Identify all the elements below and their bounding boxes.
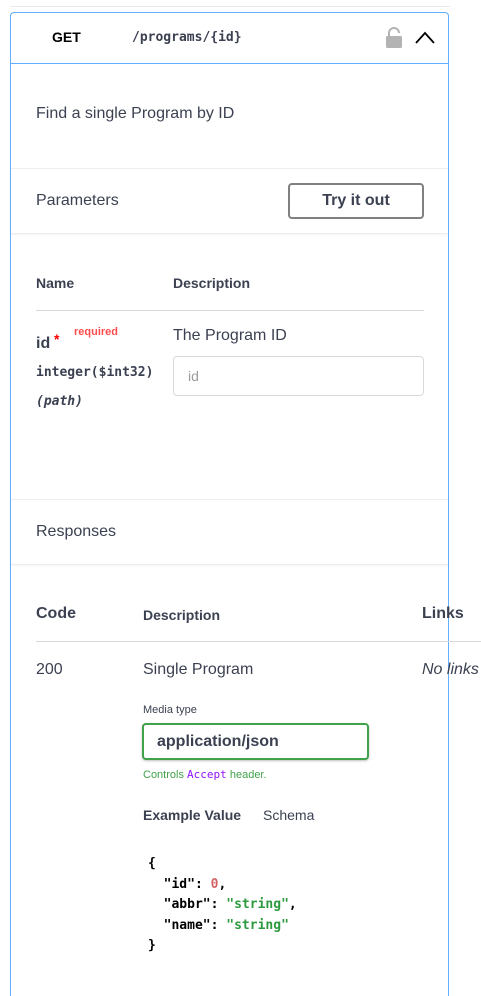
endpoint-path: /programs/{id} [132, 30, 242, 45]
responses-header: Responses [11, 499, 448, 565]
tab-schema[interactable]: Schema [263, 807, 314, 823]
media-type-select[interactable]: application/json [142, 723, 369, 760]
required-star: * [54, 331, 60, 347]
column-name: Name [36, 275, 75, 291]
operation-description: Find a single Program by ID [36, 105, 235, 122]
json-trail: , [288, 897, 297, 912]
controls-prefix: Controls [143, 769, 184, 781]
lock-icon[interactable] [385, 27, 403, 49]
json-value: "string" [226, 917, 289, 933]
parameter-location: (path) [36, 394, 83, 409]
column-description: Description [143, 607, 221, 623]
code-brace-open: { [148, 856, 156, 871]
json-trail: , [218, 876, 227, 892]
response-code: 200 [36, 661, 63, 678]
json-value: "string" [226, 897, 289, 912]
json-key: "abbr" [163, 897, 211, 912]
required-label: required [74, 326, 119, 338]
responses-title: Responses [36, 523, 117, 540]
table-divider [36, 310, 424, 311]
column-code: Code [36, 605, 76, 622]
example-value-code: { "id": 0, "abbr": "string", "name": "st… [148, 856, 297, 953]
tab-example-value[interactable]: Example Value [143, 807, 241, 823]
column-description: Description [173, 275, 251, 291]
parameters-title: Parameters [36, 192, 119, 209]
id-input[interactable] [173, 356, 424, 396]
divider [10, 6, 450, 7]
json-key: "name" [163, 917, 211, 933]
parameter-name: id [36, 335, 51, 352]
column-links: Links [422, 605, 464, 622]
parameter-type: integer($int32) [36, 365, 154, 380]
method-label: GET [52, 29, 81, 45]
response-links: No links [422, 661, 479, 678]
controls-suffix: header. [229, 769, 267, 781]
response-description: Single Program [143, 661, 254, 678]
code-brace-close: } [148, 938, 156, 953]
json-key: "id" [163, 876, 195, 892]
controls-accept-note: Controls Accept header. [143, 768, 267, 781]
accept-header-code: Accept [187, 768, 227, 781]
parameter-description: The Program ID [173, 327, 287, 344]
table-divider [36, 641, 481, 642]
chevron-up-icon[interactable] [414, 29, 436, 47]
try-it-out-button[interactable]: Try it out [288, 183, 424, 219]
operation-summary[interactable]: GET /programs/{id} [11, 13, 448, 64]
media-type-label: Media type [143, 704, 197, 716]
operation-block-get-program: GET /programs/{id} Find a single Program… [10, 12, 481, 996]
